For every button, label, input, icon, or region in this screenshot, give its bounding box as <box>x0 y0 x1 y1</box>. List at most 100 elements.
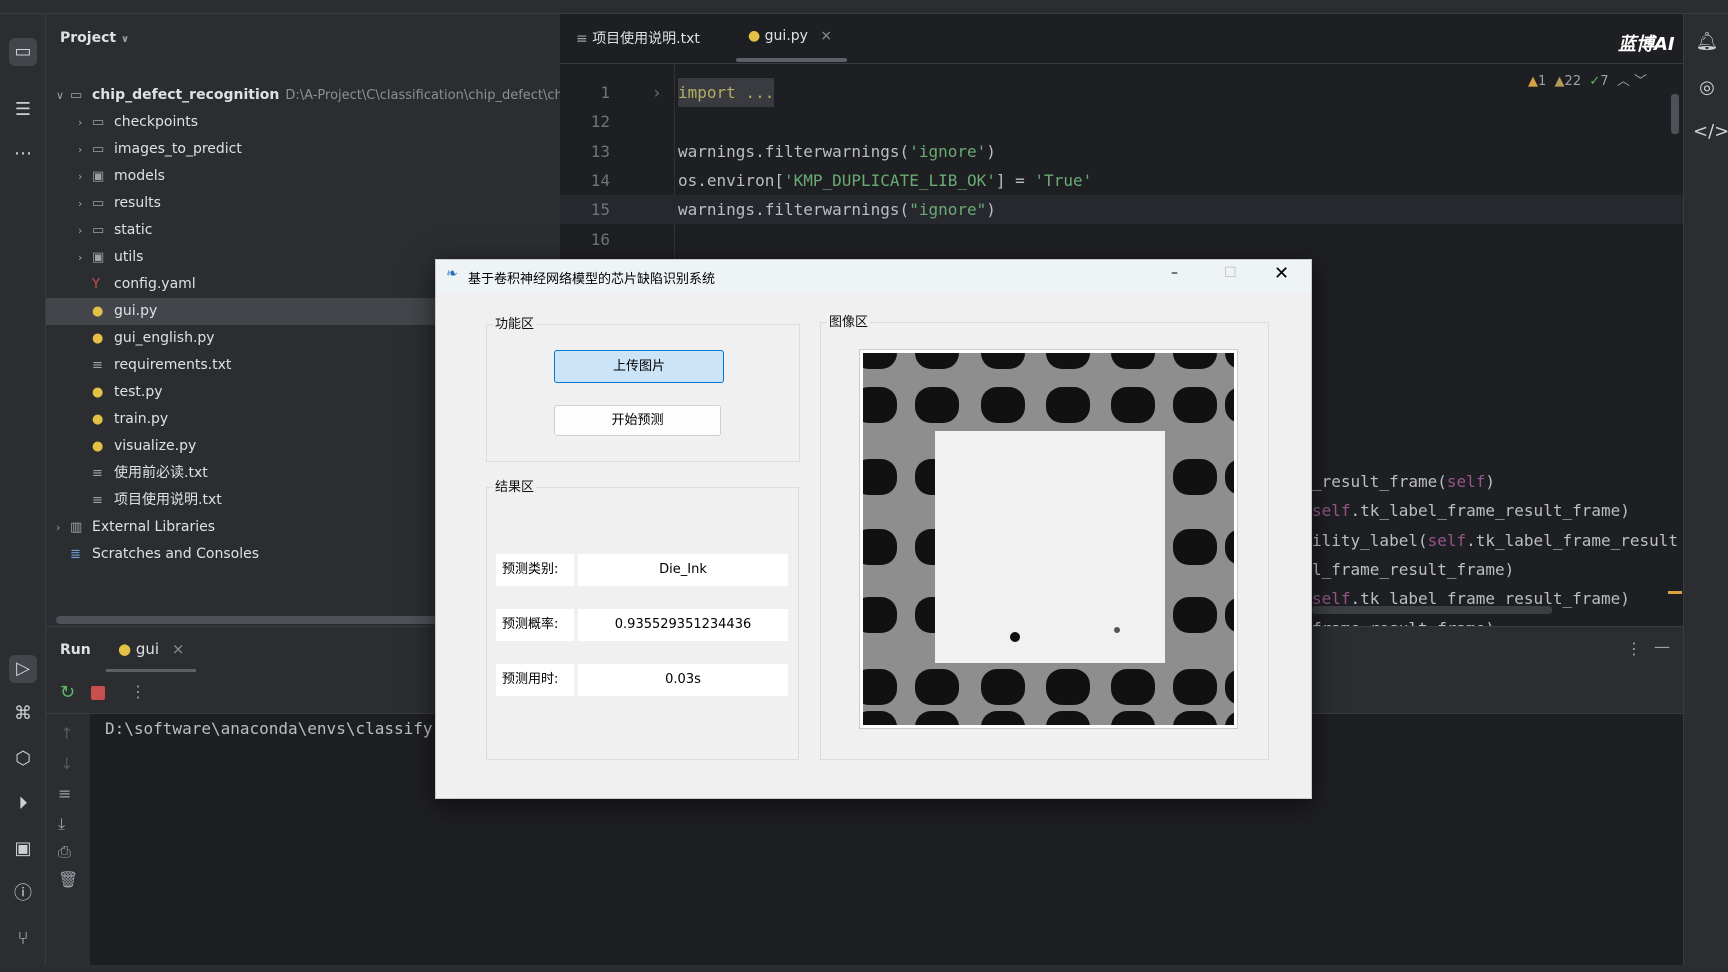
more-icon[interactable]: ⋯ <box>9 140 37 168</box>
git-icon[interactable]: ⑂ <box>9 925 37 953</box>
chevron-right-icon[interactable]: › <box>78 109 92 136</box>
tree-item-label: gui_english.py <box>114 330 215 346</box>
chip-image <box>853 333 1269 747</box>
code-line[interactable]: self.tk_label_frame_result_frame) <box>1312 496 1683 525</box>
minimize-icon[interactable]: — <box>1654 637 1670 656</box>
tree-item[interactable]: › ▣ models <box>46 163 560 190</box>
up-arrow-icon[interactable]: ↑ <box>60 724 73 743</box>
right-tool-strip: 🔔︎ ◎ </> <box>1683 14 1728 965</box>
chip-hole <box>853 597 897 633</box>
chevron-right-icon[interactable]: › <box>78 244 92 271</box>
code-text: import ... <box>678 78 775 107</box>
project-header[interactable]: Project ∨ <box>60 30 129 46</box>
chip-hole <box>981 387 1025 423</box>
tab-readme[interactable]: ≡ 项目使用说明.txt <box>576 28 700 48</box>
tree-item-label: Scratches and Consoles <box>92 546 259 562</box>
trash-icon[interactable]: 🗑︎ <box>58 870 78 889</box>
code-line[interactable]: ility_label(self.tk_label_frame_result <box>1312 526 1683 555</box>
print-icon[interactable]: ⎙ <box>58 842 71 862</box>
close-icon[interactable]: × <box>172 640 185 658</box>
horizontal-scrollbar[interactable] <box>56 616 446 624</box>
chevron-right-icon[interactable]: › <box>78 163 92 190</box>
editor-h-scrollbar[interactable] <box>1312 606 1552 614</box>
problems-icon[interactable]: ⓘ <box>9 880 37 908</box>
maximize-icon[interactable]: ☐ <box>1224 265 1237 281</box>
tree-item[interactable]: ∨ ▭ chip_defect_recognition D:\A-Project\C\… <box>46 82 560 109</box>
active-tab-indicator <box>106 669 196 672</box>
scroll-to-end-icon[interactable]: ⤓ <box>58 814 65 834</box>
structure-icon[interactable]: ☰ <box>9 96 37 124</box>
code-line[interactable]: 13 warnings.filterwarnings('ignore') <box>560 137 1683 166</box>
text-icon: ≡ <box>92 493 103 508</box>
dialog-title-bar: ❧ 基于卷积神经网络模型的芯片缺陷识别系统 – ☐ ✕ <box>436 260 1311 293</box>
code-with-me-icon[interactable]: </> <box>1693 118 1728 146</box>
tree-item-label: utils <box>114 249 144 265</box>
code-line[interactable]: 14 os.environ['KMP_DUPLICATE_LIB_OK'] = '… <box>560 166 1683 195</box>
status-bar <box>0 965 1728 972</box>
code-line[interactable]: 15 warnings.filterwarnings("ignore") <box>560 195 1683 225</box>
tree-item-label: 项目使用说明.txt <box>114 492 222 508</box>
project-folder-icon[interactable]: ▭ <box>9 38 37 66</box>
close-icon[interactable]: ✕ <box>1274 263 1289 284</box>
package-icon: ▣ <box>92 250 105 265</box>
fold-icon[interactable]: › <box>652 78 662 107</box>
run-icon[interactable]: ▷ <box>9 655 37 683</box>
chip-hole <box>853 669 897 705</box>
python-console-icon[interactable]: ⌘ <box>9 700 37 728</box>
python-icon: ● <box>118 640 132 658</box>
tree-item-label: config.yaml <box>114 276 196 292</box>
python-packages-icon[interactable]: ⬡ <box>9 745 37 773</box>
active-tab-indicator <box>736 58 847 62</box>
run-tab-gui[interactable]: ● gui × <box>118 640 184 658</box>
tree-item[interactable]: › ▭ checkpoints <box>46 109 560 136</box>
ai-assistant-icon[interactable]: ◎ <box>1693 74 1721 102</box>
code-line[interactable]: 12 <box>560 107 1683 136</box>
yaml-icon: Y <box>92 277 100 292</box>
chip-hole <box>1173 387 1217 423</box>
upload-image-button[interactable]: 上传图片 <box>554 350 724 383</box>
brand-watermark: 蓝博AI <box>1618 34 1675 55</box>
console-output[interactable]: D:\software\anaconda\envs\classify <box>105 719 433 738</box>
code-line[interactable]: _result_frame(self) <box>1312 467 1683 496</box>
folder-icon: ▭ <box>92 223 105 238</box>
code-line[interactable]: l_frame_result_frame) <box>1312 555 1683 584</box>
chevron-down-icon[interactable]: ∨ <box>56 82 70 109</box>
chevron-right-icon[interactable]: › <box>78 190 92 217</box>
line-number: 12 <box>590 112 610 132</box>
code-line[interactable]: 16 <box>560 225 1683 254</box>
notifications-bell-icon[interactable]: 🔔︎ <box>1693 28 1721 56</box>
tree-item-label: test.py <box>114 384 163 400</box>
left-tool-strip: ▭ ☰ ⋯ ▷ ⌘ ⬡ ⏵ ▣ ⓘ ⑂ <box>0 14 46 965</box>
defect-ink-dot <box>1010 632 1020 642</box>
tree-item-path: D:\A-Project\C\classification\chip_defec… <box>285 88 560 103</box>
chip-hole <box>1173 597 1217 633</box>
tree-item[interactable]: › ▭ static <box>46 217 560 244</box>
chevron-right-icon[interactable]: › <box>78 217 92 244</box>
stop-icon[interactable] <box>91 686 105 700</box>
tree-item[interactable]: › ▭ results <box>46 190 560 217</box>
more-options-icon[interactable]: ⋮ <box>1626 639 1642 658</box>
start-predict-button[interactable]: 开始预测 <box>554 405 721 436</box>
result-label: 预测类别: <box>496 554 574 586</box>
soft-wrap-icon[interactable]: ≡ <box>58 784 71 803</box>
tab-gui-py[interactable]: ● gui.py × <box>748 28 832 44</box>
services-icon[interactable]: ⏵ <box>9 790 37 818</box>
chevron-right-icon[interactable]: › <box>78 136 92 163</box>
minimize-icon[interactable]: – <box>1171 265 1178 281</box>
tree-item[interactable]: › ▭ images_to_predict <box>46 136 560 163</box>
terminal-icon[interactable]: ▣ <box>9 835 37 863</box>
feather-icon: ❧ <box>446 266 458 282</box>
rerun-icon[interactable]: ↻ <box>60 682 75 703</box>
tree-item-label: gui.py <box>114 303 158 319</box>
tree-item-label: train.py <box>114 411 169 427</box>
more-options-icon[interactable]: ⋮ <box>130 682 146 701</box>
text-icon: ≡ <box>92 466 103 481</box>
chevron-right-icon[interactable]: › <box>56 514 70 541</box>
library-icon: ▥ <box>70 520 83 535</box>
close-icon[interactable]: × <box>820 28 832 44</box>
down-arrow-icon[interactable]: ↓ <box>60 754 73 773</box>
warning-marker <box>1668 591 1682 594</box>
code-line[interactable]: 1 › import ... <box>560 78 1683 107</box>
code-text: self.tk_label_frame_result_frame) <box>1312 501 1630 521</box>
code-text: ility_label(self.tk_label_frame_result <box>1312 530 1679 550</box>
